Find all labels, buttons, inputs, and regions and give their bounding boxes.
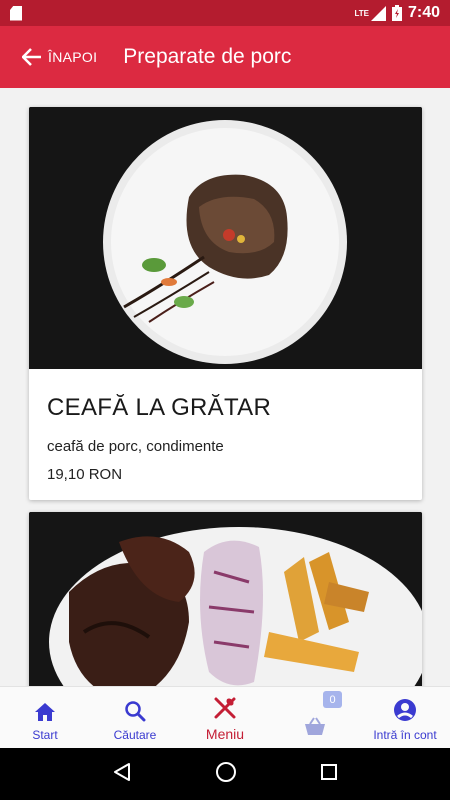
back-label: ÎNAPOI	[48, 49, 98, 65]
product-list[interactable]: CEAFĂ LA GRĂTAR ceafă de porc, condiment…	[0, 88, 450, 686]
bottom-navigation: Start Căutare Meniu 0 Intră în cont	[0, 686, 450, 748]
battery-icon	[391, 5, 402, 21]
home-icon	[35, 703, 55, 721]
product-image	[29, 512, 422, 686]
cart-badge: 0	[323, 691, 342, 708]
nav-search[interactable]: Căutare	[90, 687, 180, 748]
nav-label-search: Căutare	[113, 728, 157, 742]
nav-account[interactable]: Intră în cont	[360, 687, 450, 748]
nav-start[interactable]: Start	[0, 687, 90, 748]
network-type: LTE	[354, 8, 369, 18]
nav-cart[interactable]: 0	[270, 687, 360, 748]
clock: 7:40	[407, 4, 440, 21]
nav-label-menu: Meniu	[205, 726, 245, 742]
sd-card-icon	[10, 5, 22, 21]
status-bar: LTE 7:40	[0, 0, 450, 26]
recents-square-icon[interactable]	[320, 763, 338, 786]
app-bar: ÎNAPOI Preparate de porc	[0, 26, 450, 88]
arrow-left-icon	[22, 48, 41, 66]
product-title: CEAFĂ LA GRĂTAR	[47, 394, 272, 421]
product-price: 19,10 RON	[47, 466, 123, 483]
nav-label-account: Intră în cont	[373, 728, 437, 742]
home-circle-icon[interactable]	[215, 761, 237, 788]
account-icon	[394, 699, 416, 721]
product-card[interactable]: CEAFĂ LA GRĂTAR ceafă de porc, condiment…	[29, 107, 422, 500]
back-button[interactable]: ÎNAPOI	[22, 48, 97, 66]
nav-label-start: Start	[32, 728, 58, 742]
search-icon	[125, 701, 146, 722]
cutlery-icon	[214, 697, 236, 719]
system-navigation-bar	[0, 748, 450, 800]
basket-icon	[305, 717, 325, 735]
nav-menu[interactable]: Meniu	[180, 687, 270, 748]
product-card[interactable]	[29, 512, 422, 686]
signal-icon	[370, 5, 386, 21]
back-triangle-icon[interactable]	[112, 762, 132, 787]
product-image	[29, 107, 422, 369]
product-description: ceafă de porc, condimente	[47, 438, 224, 455]
page-title: Preparate de porc	[123, 45, 292, 68]
